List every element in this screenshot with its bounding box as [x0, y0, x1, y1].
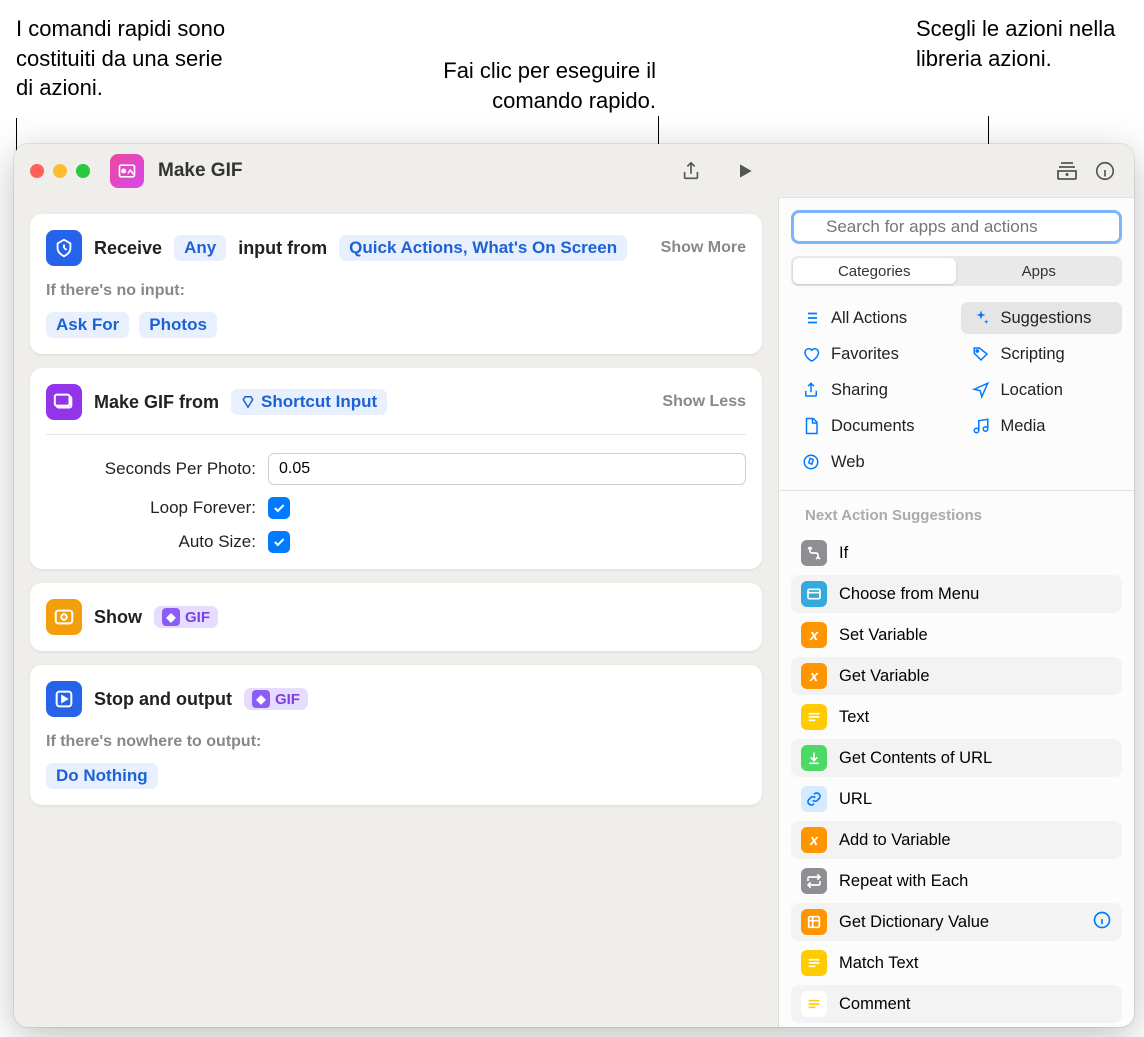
param-loop: Loop Forever:	[46, 497, 746, 519]
category-favorites[interactable]: Favorites	[791, 338, 953, 370]
receive-sources-token[interactable]: Quick Actions, What's On Screen	[339, 235, 627, 261]
suggestion-get-contents-of-url[interactable]: Get Contents of URL	[791, 739, 1122, 777]
suggestion-repeat-with-each[interactable]: Repeat with Each	[791, 862, 1122, 900]
chip-ask-for[interactable]: Ask For	[46, 312, 129, 338]
nowhere-label: If there's nowhere to output:	[46, 733, 746, 751]
suggestion-if[interactable]: If	[791, 534, 1122, 572]
suggestion-icon: x	[801, 663, 827, 689]
show-less-button[interactable]: Show Less	[662, 393, 746, 411]
seg-categories[interactable]: Categories	[793, 258, 956, 284]
auto-size-checkbox[interactable]	[268, 531, 290, 553]
output-icon	[46, 681, 82, 717]
makegif-label: Make GIF from	[94, 392, 219, 413]
category-location[interactable]: Location	[961, 374, 1123, 406]
app-window: Make GIF	[14, 144, 1134, 1027]
seconds-per-photo-input[interactable]	[268, 453, 746, 485]
category-all-actions[interactable]: All Actions	[791, 302, 953, 334]
suggestion-url[interactable]: URL	[791, 780, 1122, 818]
stop-label: Stop and output	[94, 689, 232, 710]
suggestion-get-dictionary-value[interactable]: Get Dictionary Value	[791, 903, 1122, 941]
suggestion-icon	[801, 950, 827, 976]
suggestion-match-text[interactable]: Match Text	[791, 944, 1122, 982]
editor-pane: Receive Any input from Quick Actions, Wh…	[14, 198, 778, 1027]
list-icon	[801, 308, 821, 328]
category-sharing[interactable]: Sharing	[791, 374, 953, 406]
minimize-window-button[interactable]	[53, 164, 67, 178]
suggestion-icon	[801, 745, 827, 771]
run-button[interactable]	[732, 158, 758, 184]
quicklook-icon	[46, 599, 82, 635]
suggestion-icon: x	[801, 622, 827, 648]
loop-forever-checkbox[interactable]	[268, 497, 290, 519]
receive-any-token[interactable]: Any	[174, 235, 226, 261]
info-icon[interactable]	[1092, 910, 1112, 935]
suggestion-add-to-variable[interactable]: xAdd to Variable	[791, 821, 1122, 859]
compass-icon	[801, 452, 821, 472]
annotation-left: I comandi rapidi sono costituiti da una …	[16, 14, 236, 103]
search-input[interactable]	[791, 210, 1122, 244]
category-media[interactable]: Media	[961, 410, 1123, 442]
gif-variable-chip[interactable]: ◆GIF	[154, 606, 218, 628]
gif-variable-chip-2[interactable]: ◆GIF	[244, 688, 308, 710]
gif-icon	[46, 384, 82, 420]
shortcut-input-token[interactable]: Shortcut Input	[231, 389, 387, 415]
annotation-right: Scegli le azioni nella libreria azioni.	[916, 14, 1116, 73]
music-icon	[971, 416, 991, 436]
sparkle-icon	[971, 308, 991, 328]
share-button[interactable]	[678, 158, 704, 184]
library-button[interactable]	[1054, 158, 1080, 184]
suggestion-icon	[801, 991, 827, 1017]
action-make-gif[interactable]: Make GIF from Shortcut Input Show Less S…	[30, 368, 762, 569]
close-window-button[interactable]	[30, 164, 44, 178]
suggestion-icon	[801, 909, 827, 935]
shortcut-icon	[110, 154, 144, 188]
category-suggestions[interactable]: Suggestions	[961, 302, 1123, 334]
chip-photos[interactable]: Photos	[139, 312, 217, 338]
suggestions-list: Next Action Suggestions IfChoose from Me…	[779, 491, 1134, 1027]
receive-infix: input from	[238, 238, 327, 259]
category-grid: All ActionsSuggestionsFavoritesScripting…	[779, 298, 1134, 491]
suggestion-get-variable[interactable]: xGet Variable	[791, 657, 1122, 695]
param-autosize: Auto Size:	[46, 531, 746, 553]
zoom-window-button[interactable]	[76, 164, 90, 178]
annotation-center: Fai clic per eseguire il comando rapido.	[416, 56, 656, 115]
info-button[interactable]	[1092, 158, 1118, 184]
action-stop-output[interactable]: Stop and output ◆GIF If there's nowhere …	[30, 665, 762, 805]
category-documents[interactable]: Documents	[791, 410, 953, 442]
suggestion-icon	[801, 868, 827, 894]
library-segmented-control[interactable]: Categories Apps	[791, 256, 1122, 286]
suggestion-icon	[801, 581, 827, 607]
category-web[interactable]: Web	[791, 446, 953, 478]
suggestion-text[interactable]: Text	[791, 698, 1122, 736]
show-more-button[interactable]: Show More	[661, 239, 746, 257]
suggestion-choose-from-menu[interactable]: Choose from Menu	[791, 575, 1122, 613]
tag-icon	[971, 344, 991, 364]
show-label: Show	[94, 607, 142, 628]
action-receive[interactable]: Receive Any input from Quick Actions, Wh…	[30, 214, 762, 354]
titlebar: Make GIF	[14, 144, 778, 198]
suggestion-icon: x	[801, 827, 827, 853]
sidebar-toolbar	[778, 144, 1134, 198]
share-icon	[801, 380, 821, 400]
heart-icon	[801, 344, 821, 364]
library-sidebar: Categories Apps All ActionsSuggestionsFa…	[778, 198, 1134, 1027]
suggestion-set-variable[interactable]: xSet Variable	[791, 616, 1122, 654]
suggestions-header: Next Action Suggestions	[791, 501, 1122, 534]
noinput-label: If there's no input:	[46, 282, 746, 300]
suggestion-comment[interactable]: Comment	[791, 985, 1122, 1023]
action-show[interactable]: Show ◆GIF	[30, 583, 762, 651]
suggestion-icon	[801, 540, 827, 566]
suggestion-icon	[801, 704, 827, 730]
doc-icon	[801, 416, 821, 436]
seg-apps[interactable]: Apps	[958, 258, 1121, 284]
category-scripting[interactable]: Scripting	[961, 338, 1123, 370]
input-icon	[46, 230, 82, 266]
window-title: Make GIF	[158, 160, 664, 182]
suggestion-icon	[801, 786, 827, 812]
chip-do-nothing[interactable]: Do Nothing	[46, 763, 158, 789]
param-seconds: Seconds Per Photo:	[46, 453, 746, 485]
traffic-lights	[30, 164, 90, 178]
receive-label: Receive	[94, 238, 162, 259]
nav-icon	[971, 380, 991, 400]
